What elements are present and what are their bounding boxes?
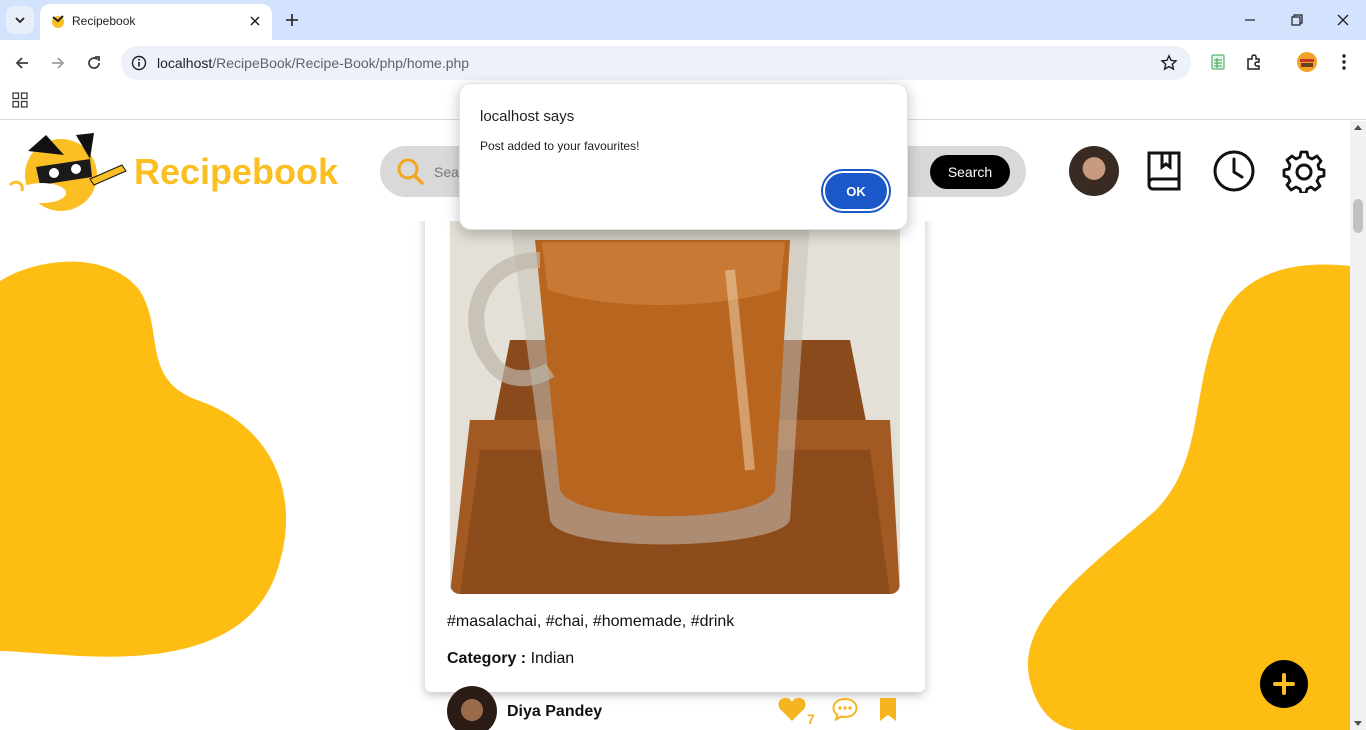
address-bar[interactable]: localhost/RecipeBook/Recipe-Book/php/hom… <box>121 46 1191 80</box>
restore-icon[interactable] <box>1287 10 1307 30</box>
scroll-thumb[interactable] <box>1353 199 1363 233</box>
masala-chai-photo <box>450 220 900 594</box>
post-tags: #masalachai, #chai, #homemade, #drink <box>447 613 735 630</box>
url-path: /RecipeBook/Recipe-Book/php/home.php <box>212 55 470 71</box>
bookmark-star-icon[interactable] <box>1159 53 1179 73</box>
recipebook-favicon-icon <box>52 15 64 28</box>
post-card: #masalachai, #chai, #homemade, #drink Ca… <box>425 181 925 730</box>
search-icon <box>397 158 424 185</box>
settings-gear-icon[interactable] <box>1282 149 1326 193</box>
post-category: Category : Indian <box>447 650 574 668</box>
author-name[interactable]: Diya Pandey <box>507 703 602 721</box>
heart-like-icon[interactable] <box>778 696 806 722</box>
extensions-puzzle-icon[interactable] <box>1244 52 1264 72</box>
minimize-icon[interactable] <box>1240 10 1260 30</box>
brand-name[interactable]: Recipebook <box>134 151 338 193</box>
alert-dialog: localhost says Post added to your favour… <box>459 83 908 230</box>
browser-tab[interactable]: Recipebook <box>40 4 272 40</box>
dialog-message: Post added to your favourites! <box>480 139 640 153</box>
page-scrollbar[interactable] <box>1350 121 1366 730</box>
url-host: localhost <box>157 55 213 71</box>
forward-arrow-icon[interactable] <box>47 52 69 74</box>
scroll-up-arrow-icon[interactable] <box>1354 125 1362 130</box>
author-avatar[interactable] <box>447 686 497 730</box>
bookmark-icon[interactable] <box>878 696 898 722</box>
profile-avatar-icon[interactable] <box>1297 52 1317 72</box>
category-value: Indian <box>530 650 575 667</box>
browser-toolbar: localhost/RecipeBook/Recipe-Book/php/hom… <box>0 40 1366 86</box>
browser-menu-icon[interactable] <box>1334 52 1354 72</box>
close-window-icon[interactable] <box>1333 10 1353 30</box>
add-post-button[interactable] <box>1260 660 1308 708</box>
user-avatar[interactable] <box>1069 146 1119 196</box>
new-tab-icon[interactable] <box>282 10 302 30</box>
like-count: 7 <box>807 711 815 727</box>
dialog-ok-button[interactable]: OK <box>823 171 889 211</box>
category-label: Category : <box>447 650 527 667</box>
dialog-title: localhost says <box>480 108 575 125</box>
sheets-extension-icon[interactable] <box>1208 52 1228 72</box>
url-text: localhost/RecipeBook/Recipe-Book/php/hom… <box>157 55 469 71</box>
plus-icon <box>1273 673 1295 695</box>
left-yellow-blob <box>0 261 287 657</box>
search-button[interactable]: Search <box>930 155 1010 189</box>
recipebook-logo-icon[interactable] <box>6 129 128 213</box>
back-arrow-icon[interactable] <box>11 52 33 74</box>
recipe-book-icon[interactable] <box>1142 149 1186 193</box>
site-info-icon[interactable] <box>129 53 149 73</box>
right-yellow-blob <box>1028 264 1350 730</box>
tab-search-button[interactable] <box>6 6 34 34</box>
chevron-down-icon <box>15 17 25 24</box>
post-image[interactable] <box>450 220 900 594</box>
tab-title: Recipebook <box>72 14 136 28</box>
apps-grid-icon[interactable] <box>12 92 28 108</box>
reload-icon[interactable] <box>83 52 105 74</box>
comment-icon[interactable] <box>832 697 858 721</box>
history-clock-icon[interactable] <box>1212 149 1256 193</box>
tab-close-icon[interactable] <box>246 12 264 30</box>
scroll-down-arrow-icon[interactable] <box>1354 721 1362 726</box>
browser-tabstrip: Recipebook <box>0 0 1366 40</box>
